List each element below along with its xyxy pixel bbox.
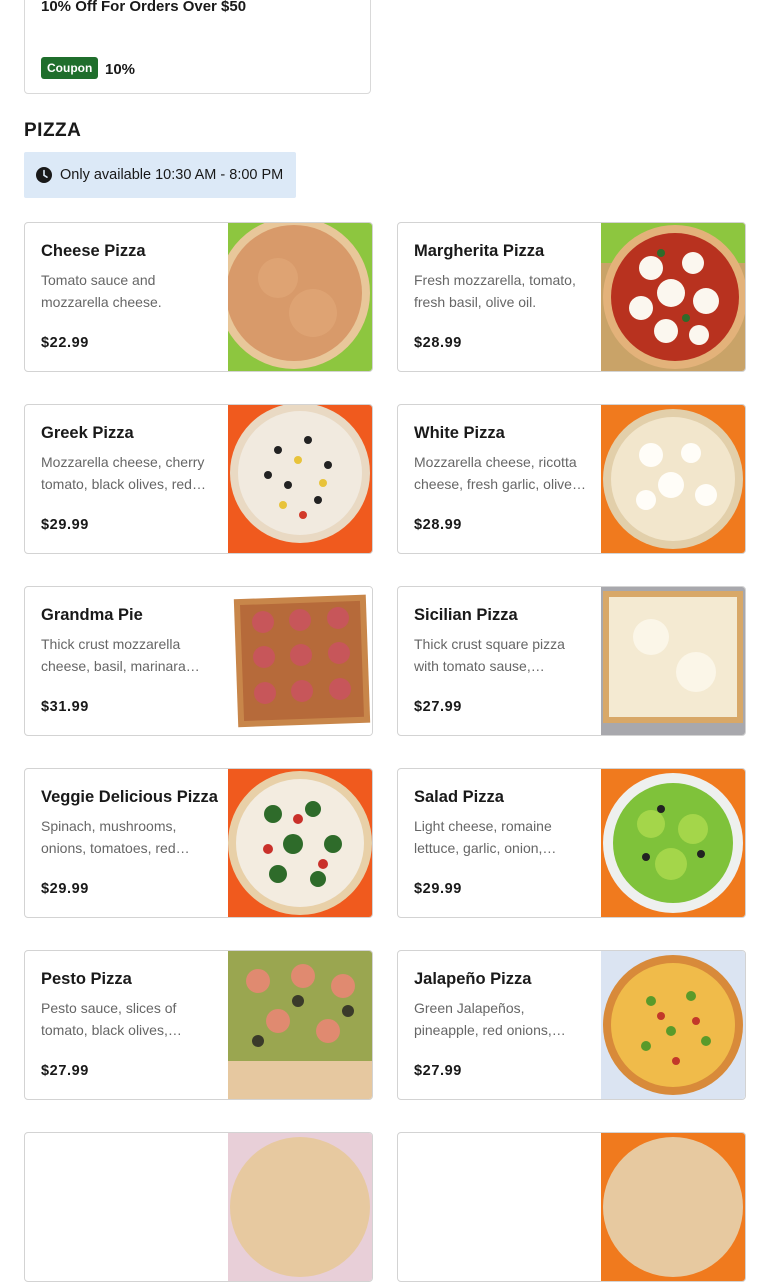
menu-item-card[interactable]: Greek Pizza Mozzarella cheese, cherry to…: [24, 404, 373, 554]
item-name: Sicilian Pizza: [414, 606, 518, 624]
menu-item-card[interactable]: Pesto Pizza Pesto sauce, slices of tomat…: [24, 950, 373, 1100]
item-name: Grandma Pie: [41, 606, 143, 624]
menu-item-card[interactable]: Cheese Pizza Tomato sauce and mozzarella…: [24, 222, 373, 372]
item-price: $31.99: [41, 699, 89, 715]
coupon-badge: Coupon: [41, 57, 99, 79]
item-price: $22.99: [41, 335, 89, 351]
item-photo: [228, 223, 372, 371]
menu-item-card[interactable]: Sicilian Pizza Thick crust square pizza …: [397, 586, 746, 736]
item-photo: [601, 1133, 745, 1281]
item-description: Thick crust mozzarella cheese, basil, ma…: [41, 636, 186, 674]
item-description: Green Jalapeños, pineapple, red onions, …: [414, 1000, 552, 1038]
item-name: Jalapeño Pizza: [414, 970, 532, 988]
item-name: Cheese Pizza: [41, 242, 146, 260]
item-description: Pesto sauce, slices of tomato, black oli…: [41, 1000, 177, 1038]
item-name: Margherita Pizza: [414, 242, 545, 260]
item-description: Mozzarella cheese, ricotta cheese, fresh…: [414, 454, 577, 492]
item-photo: [228, 1133, 372, 1281]
menu-item-card[interactable]: [24, 1132, 373, 1282]
availability-banner: Only available 10:30 AM - 8:00 PM: [24, 152, 296, 198]
item-description: Thick crust square pizza with tomato sau…: [414, 636, 565, 674]
menu-item-card[interactable]: [397, 1132, 746, 1282]
menu-item-card[interactable]: Grandma Pie Thick crust mozzarella chees…: [24, 586, 373, 736]
item-description: Spinach, mushrooms, onions, tomatoes, re…: [41, 818, 177, 856]
menu-grid: Cheese Pizza Tomato sauce and mozzarella…: [24, 222, 746, 1282]
item-description: Light cheese, romaine lettuce, garlic, o…: [414, 818, 552, 856]
item-price: $27.99: [414, 1063, 462, 1079]
item-photo: [228, 587, 372, 735]
section-title: PIZZA: [24, 120, 82, 141]
menu-item-card[interactable]: Veggie Delicious Pizza Spinach, mushroom…: [24, 768, 373, 918]
item-description: Fresh mozzarella, tomato, fresh basil, o…: [414, 272, 576, 310]
item-price: $29.99: [41, 517, 89, 533]
coupon-title: 10% Off For Orders Over $50: [41, 0, 247, 15]
item-price: $29.99: [414, 881, 462, 897]
item-description: Tomato sauce and mozzarella cheese.: [41, 272, 162, 310]
item-price: $27.99: [414, 699, 462, 715]
item-name: Salad Pizza: [414, 788, 504, 806]
item-photo: [601, 223, 745, 371]
item-price: $29.99: [41, 881, 89, 897]
item-photo: [228, 769, 372, 917]
menu-item-card[interactable]: Margherita Pizza Fresh mozzarella, tomat…: [397, 222, 746, 372]
item-photo: [601, 405, 745, 553]
item-photo: [601, 951, 745, 1099]
item-photo: [601, 587, 745, 735]
item-price: $27.99: [41, 1063, 89, 1079]
item-price: $28.99: [414, 517, 462, 533]
menu-item-card[interactable]: Jalapeño Pizza Green Jalapeños, pineappl…: [397, 950, 746, 1100]
coupon-value: 10%: [105, 61, 136, 78]
menu-item-card[interactable]: White Pizza Mozzarella cheese, ricotta c…: [397, 404, 746, 554]
item-name: White Pizza: [414, 424, 505, 442]
item-name: Veggie Delicious Pizza: [41, 788, 218, 806]
item-photo: [228, 405, 372, 553]
menu-item-card[interactable]: Salad Pizza Light cheese, romaine lettuc…: [397, 768, 746, 918]
item-photo: [601, 769, 745, 917]
item-name: Greek Pizza: [41, 424, 134, 442]
item-price: $28.99: [414, 335, 462, 351]
coupon-card[interactable]: 10% Off For Orders Over $50 Coupon 10%: [24, 0, 371, 94]
item-photo: [228, 951, 372, 1099]
item-name: Pesto Pizza: [41, 970, 132, 988]
item-description: Mozzarella cheese, cherry tomato, black …: [41, 454, 205, 492]
clock-icon: [36, 167, 52, 183]
availability-text: Only available 10:30 AM - 8:00 PM: [60, 167, 284, 183]
